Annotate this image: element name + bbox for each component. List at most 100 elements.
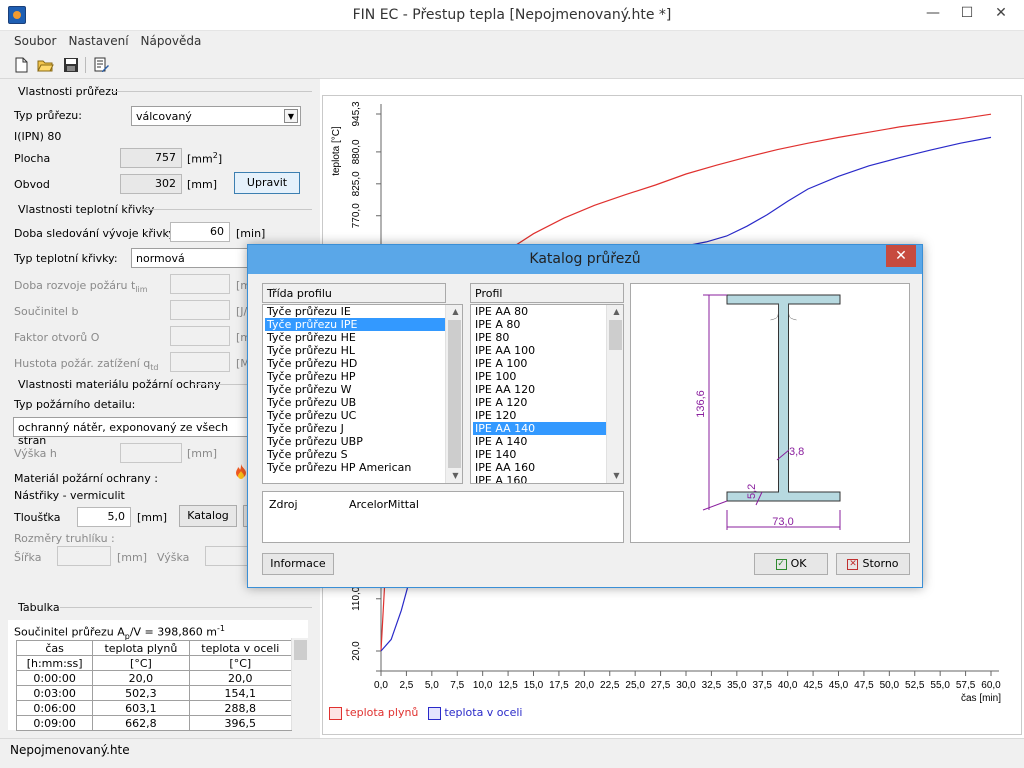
catalog-button[interactable]: Katalog: [179, 505, 237, 527]
save-icon[interactable]: [62, 56, 82, 74]
section-profile-title: Vlastnosti průřezu: [18, 85, 118, 98]
class-list-item[interactable]: Tyče průřezu UC: [265, 409, 462, 422]
opening-factor-label: Faktor otvorů O: [14, 331, 100, 344]
chevron-down-icon[interactable]: ▼: [284, 109, 298, 123]
opening-factor-input: [170, 326, 230, 346]
menu-settings[interactable]: Nastavení: [62, 31, 134, 51]
table-cell: 603,1: [92, 700, 190, 716]
menu-file[interactable]: Soubor: [8, 31, 62, 51]
table-cell: 0:06:00: [15, 700, 94, 716]
section-divider: [140, 209, 312, 210]
scrollbar-thumb[interactable]: [448, 320, 461, 468]
profile-catalog-dialog: Katalog průřezů ✕ Třída profilu Tyče prů…: [247, 244, 923, 588]
ok-button[interactable]: ✓ OK: [754, 553, 828, 575]
minimize-button[interactable]: —: [918, 4, 948, 22]
table-cell: 154,1: [188, 685, 293, 701]
x-tick-label: 60,0: [981, 680, 1001, 691]
profile-list-scrollbar[interactable]: ▲ ▼: [606, 305, 623, 483]
profile-list-item[interactable]: IPE AA 80: [473, 305, 623, 318]
close-button[interactable]: ✕: [986, 4, 1016, 22]
profile-list-item[interactable]: IPE A 140: [473, 435, 623, 448]
x-tick-label: 22,5: [600, 680, 620, 691]
area-label: Plocha: [14, 152, 51, 165]
profile-list-header: Profil: [470, 283, 624, 303]
height-input: [120, 443, 182, 463]
profile-list-item[interactable]: IPE 80: [473, 331, 623, 344]
results-table: čas teplota plynů teplota v oceli [h:mm:ss]…: [15, 640, 293, 731]
profile-list[interactable]: IPE AA 80 IPE A 80 IPE 80 IPE AA 100 IPE A 1…: [470, 304, 624, 484]
x-tick-label: 47,5: [854, 680, 874, 691]
profile-list-item[interactable]: IPE AA 140: [473, 422, 623, 435]
dim-web-label: 3,8: [789, 446, 804, 458]
x-tick-label: 12,5: [498, 680, 518, 691]
profile-list-item[interactable]: IPE 120: [473, 409, 623, 422]
perimeter-unit: [mm]: [187, 178, 218, 191]
profile-list-item[interactable]: IPE A 80: [473, 318, 623, 331]
profile-list-item[interactable]: IPE A 100: [473, 357, 623, 370]
legend-steel-swatch: [427, 706, 441, 720]
y-tick-label: 110,0: [351, 586, 362, 611]
class-list-item[interactable]: Tyče průřezu IE: [265, 305, 462, 318]
duration-unit: [min]: [236, 227, 266, 240]
profile-list-item[interactable]: IPE AA 160: [473, 461, 623, 474]
class-list-item[interactable]: Tyče průřezu W: [265, 383, 462, 396]
open-folder-icon[interactable]: [36, 56, 56, 74]
profile-type-value: válcovaný: [136, 110, 192, 123]
class-list-item[interactable]: Tyče průřezu J: [265, 422, 462, 435]
duration-input[interactable]: 60: [170, 222, 230, 242]
scroll-up-icon[interactable]: ▲: [446, 305, 462, 319]
class-list-item[interactable]: Tyče průřezu HD: [265, 357, 462, 370]
class-list-scrollbar[interactable]: ▲ ▼: [445, 305, 462, 483]
class-list-item[interactable]: Tyče průřezu HL: [265, 344, 462, 357]
class-list-item[interactable]: Tyče průřezu S: [265, 448, 462, 461]
profile-list-item[interactable]: IPE A 120: [473, 396, 623, 409]
profile-list-item[interactable]: IPE A 160: [473, 474, 623, 483]
x-tick-label: 5,0: [425, 680, 439, 691]
box-height-input: [205, 546, 251, 566]
class-list-item[interactable]: Tyče průřezu UBP: [265, 435, 462, 448]
dim-flange-label: 5,2: [746, 484, 758, 499]
cancel-button[interactable]: ✕ Storno: [836, 553, 910, 575]
dialog-title: Katalog průřezů: [529, 251, 641, 267]
class-list-item[interactable]: Tyče průřezu IPE: [265, 318, 462, 331]
table-cell: 662,8: [92, 715, 190, 731]
table-scrollbar[interactable]: [291, 638, 308, 730]
profile-list-item[interactable]: IPE 100: [473, 370, 623, 383]
x-tick-label: 7,5: [450, 680, 464, 691]
y-tick-label: 945,3: [351, 101, 362, 126]
table-cell: 288,8: [188, 700, 293, 716]
table-header-row: čas teplota plynů teplota v oceli: [15, 640, 293, 656]
curve-type-select[interactable]: normová: [131, 248, 256, 268]
edit-profile-button[interactable]: Upravit: [234, 172, 300, 194]
fire-detail-select[interactable]: ochranný nátěr, exponovaný ze všech stra…: [13, 417, 250, 447]
menu-help[interactable]: Nápověda: [135, 31, 208, 51]
material-label: Materiál požární ochrany :: [14, 472, 158, 485]
scrollbar-thumb[interactable]: [294, 640, 307, 660]
edit-document-icon[interactable]: [92, 56, 112, 74]
class-list[interactable]: Tyče průřezu IE Tyče průřezu IPE Tyče průř…: [262, 304, 463, 484]
dialog-close-button[interactable]: ✕: [886, 245, 916, 267]
class-list-item[interactable]: Tyče průřezu UB: [265, 396, 462, 409]
scroll-up-icon[interactable]: ▲: [607, 305, 623, 319]
information-button[interactable]: Informace: [262, 553, 334, 575]
profile-list-item[interactable]: IPE AA 100: [473, 344, 623, 357]
profile-list-item[interactable]: IPE AA 120: [473, 383, 623, 396]
profile-list-item[interactable]: IPE 140: [473, 448, 623, 461]
class-list-item[interactable]: Tyče průřezu HP: [265, 370, 462, 383]
thickness-input[interactable]: 5,0: [77, 507, 131, 527]
scrollbar-thumb[interactable]: [609, 320, 622, 350]
scroll-down-icon[interactable]: ▼: [607, 469, 623, 483]
new-file-icon[interactable]: [12, 56, 32, 74]
maximize-button[interactable]: ☐: [952, 4, 982, 22]
table-cell: 20,0: [188, 670, 293, 686]
x-tick-label: 30,0: [676, 680, 696, 691]
class-list-item[interactable]: Tyče průřezu HE: [265, 331, 462, 344]
scroll-down-icon[interactable]: ▼: [446, 469, 462, 483]
x-tick-label: 50,0: [880, 680, 900, 691]
x-axis-label: čas [min]: [961, 693, 1001, 704]
table-cell: 396,5: [188, 715, 293, 731]
class-list-item[interactable]: Tyče průřezu HP American: [265, 461, 462, 474]
table-title: Tabulka: [18, 601, 60, 614]
toolbar: [0, 51, 1024, 79]
profile-type-select[interactable]: válcovaný ▼: [131, 106, 301, 126]
